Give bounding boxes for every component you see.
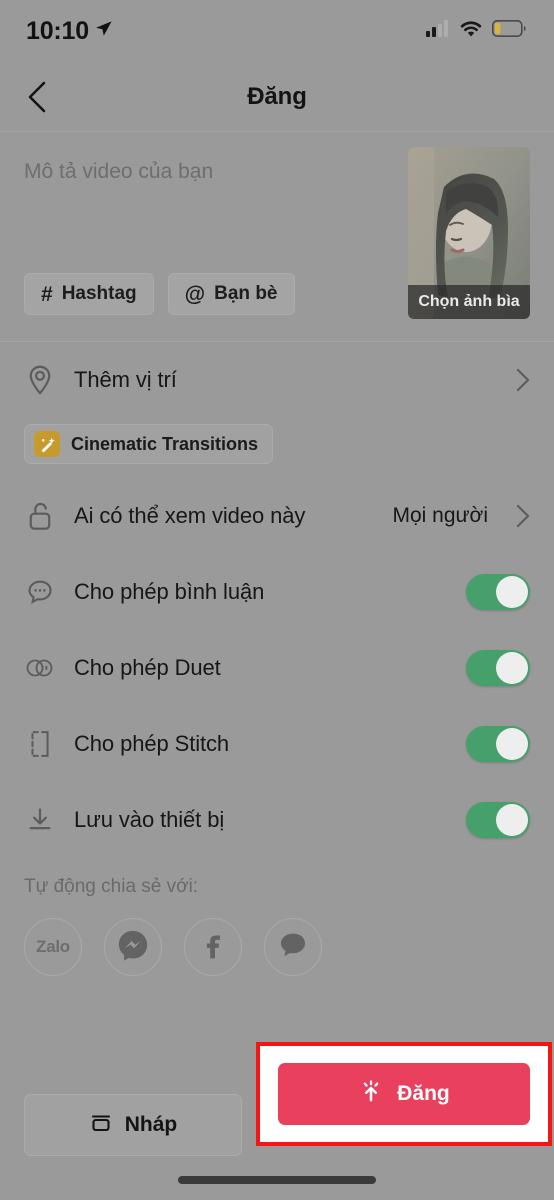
- status-bar-left: 10:10: [26, 17, 113, 46]
- allow-comments-row[interactable]: Cho phép bình luận: [24, 554, 530, 630]
- cellular-signal-icon: [426, 20, 450, 42]
- who-can-view-label: Ai có thể xem video này: [74, 503, 306, 528]
- page-title: Đăng: [247, 82, 307, 110]
- auto-share-section: Tự động chia sẻ với: Zalo: [0, 858, 554, 976]
- toggle-knob: [496, 576, 528, 608]
- header: Đăng: [0, 62, 554, 132]
- allow-duet-label: Cho phép Duet: [74, 655, 221, 680]
- toggle-knob: [496, 804, 528, 836]
- allow-stitch-label: Cho phép Stitch: [74, 731, 230, 756]
- save-to-device-toggle[interactable]: [466, 802, 530, 838]
- hashtag-label: Hashtag: [61, 283, 137, 304]
- at-mention-icon: @: [184, 282, 206, 306]
- location-pin-icon: [24, 364, 56, 396]
- add-location-label: Thêm vị trí: [74, 367, 177, 392]
- comment-bubble-icon: [24, 576, 56, 608]
- location-arrow-icon: [95, 20, 113, 42]
- status-bar-right: [426, 20, 526, 43]
- magic-wand-icon: [34, 431, 60, 457]
- cover-thumbnail[interactable]: Chọn ảnh bìa: [408, 147, 530, 319]
- stitch-brackets-icon: [24, 728, 56, 760]
- allow-comments-label: Cho phép bình luận: [74, 579, 265, 604]
- post-button-label: Đăng: [397, 1082, 450, 1105]
- status-bar-time: 10:10: [26, 16, 89, 45]
- cinematic-transitions-button[interactable]: Cinematic Transitions: [24, 424, 274, 464]
- share-zalo-button[interactable]: Zalo: [24, 918, 82, 976]
- unlock-icon: [24, 500, 56, 532]
- mention-friends-button[interactable]: @ Bạn bè: [167, 273, 295, 315]
- draft-button[interactable]: Nháp: [24, 1094, 242, 1156]
- mention-friends-label: Bạn bè: [214, 283, 278, 304]
- add-location-row[interactable]: Thêm vị trí: [24, 342, 530, 418]
- duet-circles-icon: [24, 652, 56, 684]
- cinematic-section: Cinematic Transitions: [0, 418, 554, 478]
- allow-stitch-toggle[interactable]: [466, 726, 530, 762]
- share-message-button[interactable]: [264, 918, 322, 976]
- allow-comments-toggle[interactable]: [466, 574, 530, 610]
- cover-thumbnail-label: Chọn ảnh bìa: [408, 285, 530, 319]
- chevron-right-icon: [516, 504, 530, 528]
- download-icon: [24, 804, 56, 836]
- allow-duet-toggle[interactable]: [466, 650, 530, 686]
- privacy-section: Ai có thể xem video này Mọi người Cho ph…: [0, 478, 554, 858]
- location-section: Thêm vị trí: [0, 342, 554, 418]
- share-messenger-button[interactable]: [104, 918, 162, 976]
- zalo-icon: Zalo: [36, 937, 70, 956]
- post-button[interactable]: Đăng: [278, 1063, 530, 1125]
- status-bar: 10:10: [0, 0, 554, 62]
- toggle-knob: [496, 728, 528, 760]
- auto-share-row: Zalo: [24, 918, 530, 976]
- allow-stitch-row[interactable]: Cho phép Stitch: [24, 706, 530, 782]
- allow-duet-row[interactable]: Cho phép Duet: [24, 630, 530, 706]
- upload-burst-icon: [358, 1078, 384, 1110]
- who-can-view-value: Mọi người: [392, 504, 488, 527]
- toggle-knob: [496, 652, 528, 684]
- chevron-right-icon: [516, 368, 530, 392]
- auto-share-title: Tự động chia sẻ với:: [24, 876, 199, 897]
- home-indicator: [178, 1176, 376, 1184]
- who-can-view-row[interactable]: Ai có thể xem video này Mọi người: [24, 478, 530, 554]
- back-button[interactable]: [20, 80, 54, 114]
- save-to-device-row[interactable]: Lưu vào thiết bị: [24, 782, 530, 858]
- hashtag-button[interactable]: # Hashtag: [24, 273, 154, 315]
- messenger-icon: [116, 928, 150, 967]
- share-facebook-button[interactable]: [184, 918, 242, 976]
- draft-button-label: Nháp: [124, 1113, 178, 1136]
- archive-box-icon: [89, 1110, 113, 1140]
- battery-low-icon: [492, 20, 526, 42]
- cinematic-transitions-label: Cinematic Transitions: [71, 433, 259, 454]
- chevron-left-icon: [28, 81, 46, 112]
- facebook-icon: [197, 929, 229, 966]
- chat-bubble-icon: [277, 929, 309, 966]
- tiktok-post-screen: 10:10 Đăng Mô tả video của bạn # Hashtag…: [0, 0, 554, 1200]
- caption-chip-row: # Hashtag @ Bạn bè: [24, 273, 295, 315]
- hashtag-icon: #: [41, 282, 53, 306]
- wifi-icon: [459, 20, 483, 43]
- save-to-device-label: Lưu vào thiết bị: [74, 807, 225, 832]
- post-button-highlight: Đăng: [256, 1042, 552, 1146]
